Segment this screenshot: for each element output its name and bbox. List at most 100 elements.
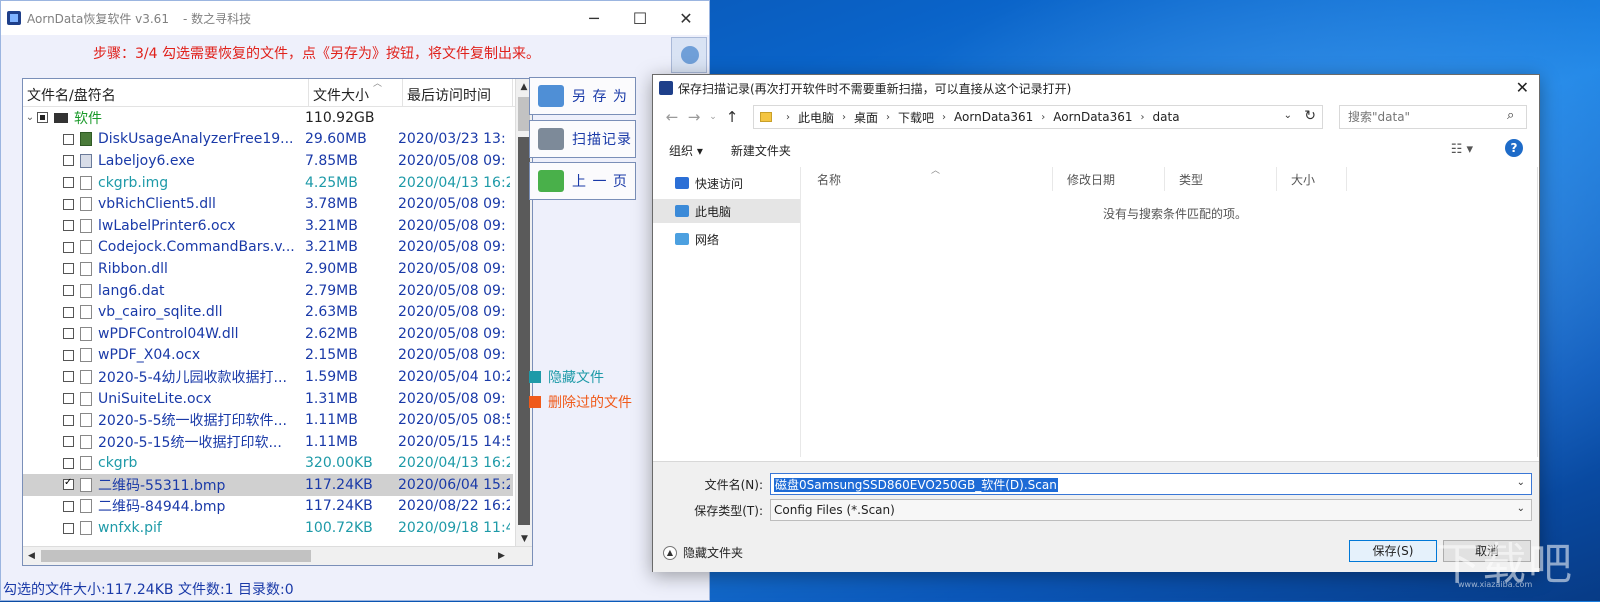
root-name: 软件: [74, 110, 102, 127]
view-options-icon[interactable]: ☷ ▾: [1451, 142, 1473, 157]
nav-item-quick-access[interactable]: 快速访问: [653, 171, 800, 195]
file-checkbox[interactable]: [63, 241, 74, 253]
file-checkbox[interactable]: [63, 522, 74, 534]
search-icon[interactable]: ⌕: [1507, 108, 1514, 123]
organize-menu[interactable]: 组织 ▾: [669, 142, 703, 159]
up-icon[interactable]: ↑: [721, 108, 743, 126]
column-name[interactable]: 文件名/盘符名: [23, 79, 309, 106]
file-row[interactable]: Labeljoy6.exe 7.85MB 2020/05/08 09:: [23, 150, 513, 172]
file-row[interactable]: Ribbon.dll 2.90MB 2020/05/08 09:: [23, 258, 513, 280]
file-icon: [80, 326, 92, 341]
legend-deleted-files: 删除过的文件: [529, 392, 632, 412]
scroll-left-icon[interactable]: ◀: [23, 547, 40, 565]
back-icon[interactable]: ←: [661, 108, 683, 126]
recovery-tool-icon[interactable]: [671, 37, 707, 73]
file-row[interactable]: 2020-5-5统一收据打印软件... 1.11MB 2020/05/05 08:5: [23, 409, 513, 431]
collapse-toggle-icon[interactable]: ⌄: [23, 112, 37, 123]
breadcrumb-item[interactable]: AornData361: [1053, 110, 1132, 124]
breadcrumb-item[interactable]: 此电脑: [798, 109, 834, 126]
file-size: 117.24KB: [305, 498, 373, 515]
save-as-button[interactable]: 另 存 为: [529, 77, 636, 115]
file-row[interactable]: lwLabelPrinter6.ocx 3.21MB 2020/05/08 09:: [23, 215, 513, 237]
breadcrumb-item[interactable]: AornData361: [954, 110, 1033, 124]
column-name[interactable]: 名称: [803, 167, 1053, 191]
file-checkbox[interactable]: [63, 477, 74, 491]
filename-dropdown-icon[interactable]: ⌄: [1517, 477, 1525, 488]
file-checkbox[interactable]: [63, 436, 74, 448]
file-checkbox[interactable]: [63, 328, 74, 340]
file-checkbox[interactable]: [63, 133, 74, 145]
nav-item-label: 此电脑: [695, 204, 732, 219]
file-row[interactable]: 2020-5-15统一收据打印软... 1.11MB 2020/05/15 14:5: [23, 431, 513, 453]
dialog-close-icon[interactable]: ✕: [1516, 78, 1529, 97]
file-checkbox[interactable]: [63, 349, 74, 361]
column-size[interactable]: 文件大小: [309, 79, 403, 106]
file-checkbox[interactable]: [63, 371, 74, 383]
nav-item-network[interactable]: 网络: [653, 227, 800, 251]
file-row[interactable]: lang6.dat 2.79MB 2020/05/08 09:: [23, 280, 513, 302]
save-button[interactable]: 保存(S): [1349, 540, 1437, 562]
search-input[interactable]: [1339, 105, 1527, 129]
file-row[interactable]: 二维码-55311.bmp 117.24KB 2020/06/04 15:2: [23, 474, 513, 496]
file-row[interactable]: UniSuiteLite.ocx 1.31MB 2020/05/08 09:: [23, 388, 513, 410]
column-size[interactable]: 大小: [1277, 167, 1347, 191]
file-row[interactable]: Codejock.CommandBars.v... 3.21MB 2020/05/0…: [23, 237, 513, 259]
close-icon[interactable]: ✕: [663, 1, 709, 35]
file-row[interactable]: vb_cairo_sqlite.dll 2.63MB 2020/05/08 09:: [23, 301, 513, 323]
file-checkbox[interactable]: [63, 220, 74, 232]
filetype-dropdown-icon[interactable]: ⌄: [1517, 503, 1525, 514]
file-row[interactable]: wnfxk.pif 100.72KB 2020/09/18 11:4: [23, 517, 513, 539]
breadcrumb-item[interactable]: 桌面: [854, 109, 878, 126]
breadcrumb-item[interactable]: 下载吧: [898, 109, 934, 126]
file-row[interactable]: wPDF_X04.ocx 2.15MB 2020/05/08 09:: [23, 345, 513, 367]
file-name: 二维码-84944.bmp: [98, 499, 226, 516]
file-date: 2020/08/22 16:2: [398, 498, 510, 515]
column-modified-date[interactable]: 修改日期: [1053, 167, 1165, 191]
file-checkbox[interactable]: [63, 155, 74, 167]
prev-page-button[interactable]: 上 一 页: [529, 162, 636, 200]
maximize-icon[interactable]: ☐: [617, 1, 663, 35]
breadcrumb[interactable]: › 此电脑 › 桌面 › 下载吧 › AornData361 › AornDat…: [753, 105, 1323, 129]
refresh-icon[interactable]: ↻: [1304, 108, 1316, 124]
scroll-right-icon[interactable]: ▶: [493, 547, 510, 565]
dialog-titlebar: 保存扫描记录(再次打开软件时不需要重新扫描，可以直接从这个记录打开) ✕: [653, 75, 1539, 101]
minimize-icon[interactable]: ─: [571, 1, 617, 35]
file-checkbox[interactable]: [63, 177, 74, 189]
file-size: 1.59MB: [305, 368, 358, 385]
filename-field[interactable]: 磁盘0SamsungSSD860EVO250GB_软件(D).Scan ⌄: [770, 473, 1532, 495]
file-checkbox[interactable]: [63, 263, 74, 275]
hide-folders-toggle[interactable]: ▲ 隐藏文件夹: [663, 544, 743, 561]
horizontal-scrollbar[interactable]: ◀ ▶: [23, 546, 532, 565]
file-row[interactable]: vbRichClient5.dll 3.78MB 2020/05/08 09:: [23, 193, 513, 215]
file-name: 二维码-55311.bmp: [98, 477, 226, 494]
file-checkbox[interactable]: [63, 500, 74, 512]
file-checkbox[interactable]: [63, 306, 74, 318]
app-logo-icon: [7, 11, 21, 25]
file-checkbox[interactable]: [63, 285, 74, 297]
root-checkbox[interactable]: [37, 112, 48, 124]
column-type[interactable]: 类型: [1165, 167, 1277, 191]
column-date[interactable]: 最后访问时间: [403, 79, 513, 106]
file-row[interactable]: wPDFControl04W.dll 2.62MB 2020/05/08 09:: [23, 323, 513, 345]
file-row[interactable]: ckgrb 320.00KB 2020/04/13 16:2: [23, 453, 513, 475]
breadcrumb-item[interactable]: data: [1153, 110, 1180, 124]
file-row[interactable]: 二维码-84944.bmp 117.24KB 2020/08/22 16:2: [23, 496, 513, 518]
file-checkbox[interactable]: [63, 393, 74, 405]
forward-icon[interactable]: →: [683, 108, 705, 126]
recent-dropdown-icon[interactable]: ⌄: [705, 112, 721, 122]
file-row[interactable]: 2020-5-4幼儿园收款收据打... 1.59MB 2020/05/04 10:2: [23, 366, 513, 388]
scan-record-button[interactable]: 扫描记录: [529, 120, 636, 158]
path-dropdown-icon[interactable]: ⌄: [1284, 110, 1292, 121]
tree-root-row[interactable]: ⌄ 软件 110.92GB: [23, 107, 513, 129]
file-checkbox[interactable]: [63, 414, 74, 426]
nav-item-this-pc[interactable]: 此电脑: [653, 199, 800, 223]
file-row[interactable]: DiskUsageAnalyzerFree19... 29.60MB 2020/03…: [23, 129, 513, 151]
file-checkbox[interactable]: [63, 457, 74, 469]
computer-icon: [675, 205, 689, 217]
file-row[interactable]: ckgrb.img 4.25MB 2020/04/13 16:2: [23, 172, 513, 194]
file-checkbox[interactable]: [63, 198, 74, 210]
filetype-select[interactable]: Config Files (*.Scan) ⌄: [770, 499, 1532, 521]
help-icon[interactable]: ?: [1505, 139, 1523, 157]
new-folder-button[interactable]: 新建文件夹: [731, 142, 791, 159]
horizontal-scrollbar-thumb[interactable]: [41, 550, 311, 562]
